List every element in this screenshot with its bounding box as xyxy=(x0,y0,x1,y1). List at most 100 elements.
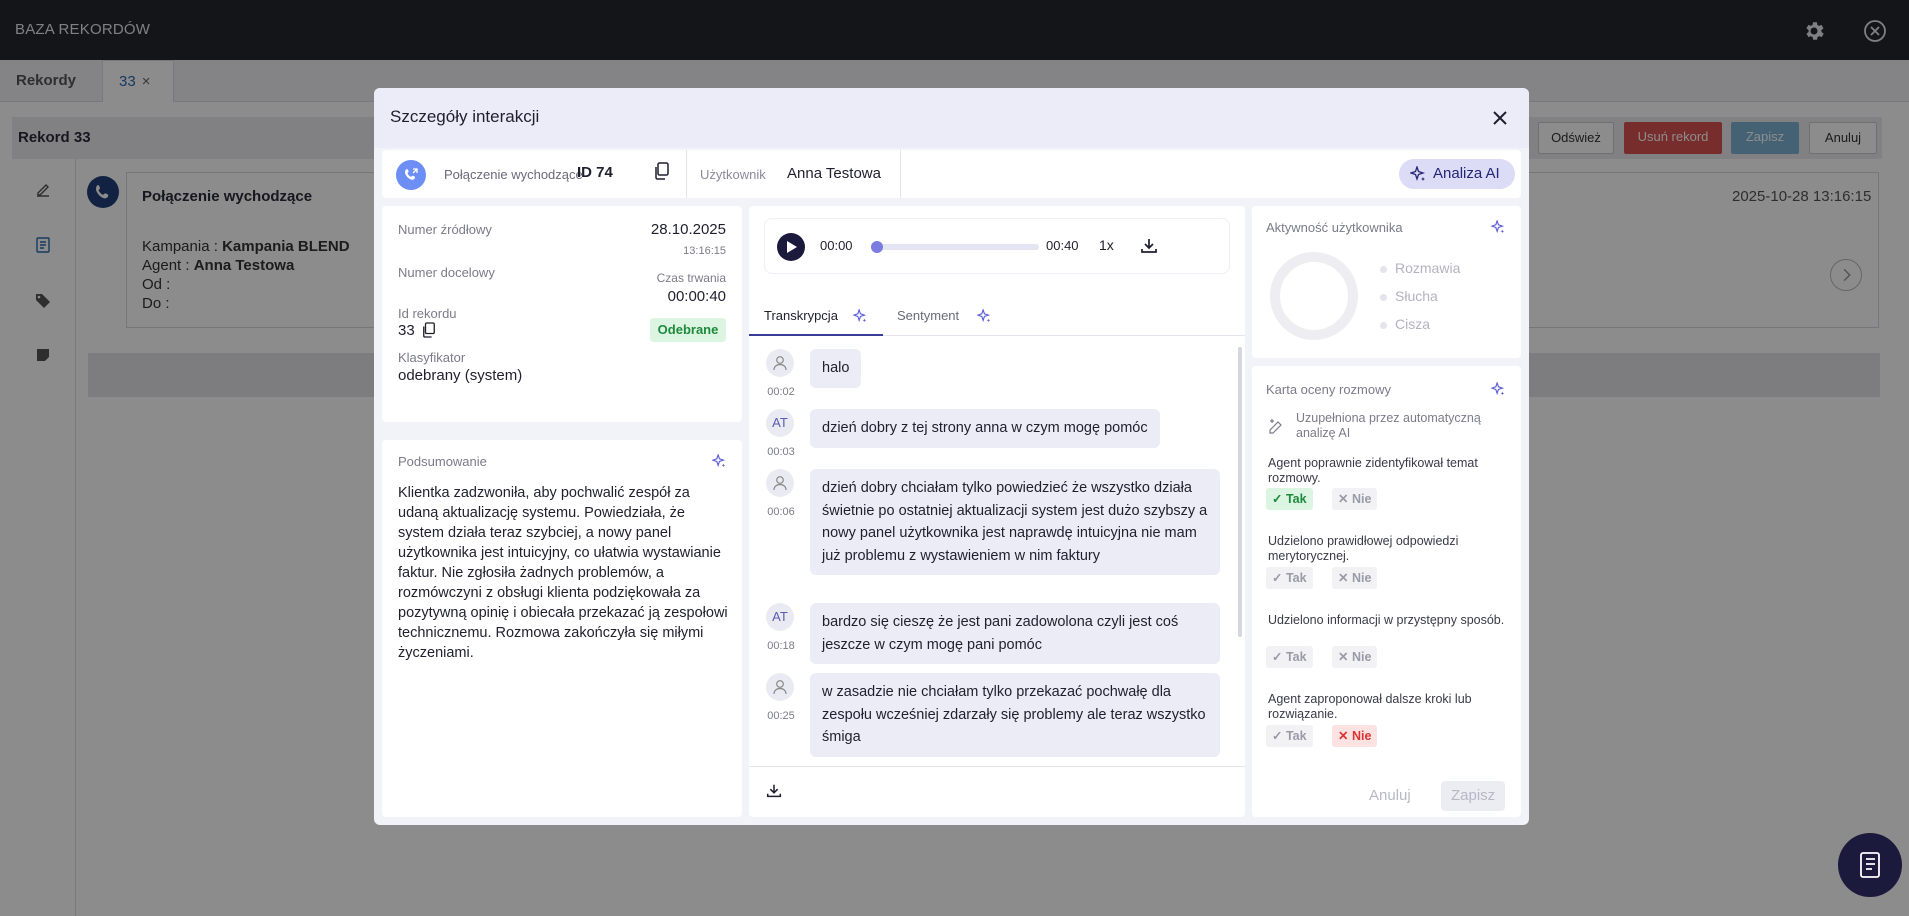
scorecard-note: Uzupełniona przez automatyczną analizę A… xyxy=(1296,411,1481,440)
user-label: Użytkownik xyxy=(700,167,766,182)
legend-listening: Słucha xyxy=(1380,288,1438,304)
message-time: 00:18 xyxy=(767,640,795,652)
interaction-details-modal: Szczegóły interakcji Połączenie wychodzą… xyxy=(374,88,1529,825)
ai-analysis-button[interactable]: Analiza AI xyxy=(1399,159,1515,189)
answer-no-button[interactable]: ✕ Nie xyxy=(1332,567,1378,589)
answer-no-button[interactable]: ✕ Nie xyxy=(1332,725,1378,747)
call-time: 13:16:15 xyxy=(683,245,726,257)
target-number-label: Numer docelowy xyxy=(398,265,495,280)
message-text: dzień dobry z tej strony anna w czym mog… xyxy=(810,409,1160,448)
audio-progress-track[interactable] xyxy=(873,244,1039,250)
transcript-scrollbar[interactable] xyxy=(1238,347,1242,637)
message-time: 00:25 xyxy=(767,710,795,722)
tab-sentiment[interactable]: Sentyment xyxy=(897,296,1007,336)
agent-avatar: AT xyxy=(766,409,794,437)
copy-icon[interactable] xyxy=(422,322,436,338)
sparkle-icon[interactable] xyxy=(712,454,726,468)
legend-silence: Cisza xyxy=(1380,316,1430,332)
duration-label: Czas trwania xyxy=(656,271,726,285)
answer-no-label: Nie xyxy=(1351,571,1372,585)
sparkle-icon[interactable] xyxy=(1491,220,1505,234)
answer-yes-label: Tak xyxy=(1285,492,1307,506)
record-id-label: Id rekordu xyxy=(398,306,457,321)
modal-title: Szczegóły interakcji xyxy=(390,107,540,126)
copy-icon[interactable] xyxy=(654,162,670,180)
user-name: Anna Testowa xyxy=(787,165,881,182)
ai-analysis-label: Analiza AI xyxy=(1433,165,1500,182)
interaction-infobar: Połączenie wychodzące ID 74 Użytkownik A… xyxy=(382,150,1521,198)
legend-talking: Rozmawia xyxy=(1380,260,1460,276)
agent-avatar: AT xyxy=(766,603,794,631)
answer-yes-button[interactable]: ✓ Tak xyxy=(1266,567,1313,589)
audio-total-time: 00:40 xyxy=(1046,238,1079,253)
tab-transcription-label: Transkrypcja xyxy=(764,308,838,323)
divider xyxy=(686,150,687,198)
summary-title: Podsumowanie xyxy=(398,454,487,469)
tab-sentiment-label: Sentyment xyxy=(897,308,960,323)
play-button[interactable] xyxy=(777,233,805,261)
scorecard-save-button[interactable]: Zapisz xyxy=(1441,781,1506,811)
transcript-footer xyxy=(749,766,1245,817)
sparkle-icon[interactable] xyxy=(1491,382,1505,396)
user-activity-panel: Aktywność użytkownika Rozmawia Słucha Ci… xyxy=(1252,206,1521,358)
answer-no-label: Nie xyxy=(1351,492,1372,506)
summary-panel: Podsumowanie Klientka zadzwoniła, aby po… xyxy=(382,440,742,817)
legend-silence-label: Cisza xyxy=(1395,316,1431,332)
legend-talking-label: Rozmawia xyxy=(1395,260,1461,276)
user-icon xyxy=(773,356,787,371)
download-icon[interactable] xyxy=(1139,236,1159,256)
answer-no-button[interactable]: ✕ Nie xyxy=(1332,646,1378,668)
user-icon xyxy=(773,476,787,491)
transcript-tabs: Transkrypcja Sentyment xyxy=(749,296,1245,336)
message-text: bardzo się cieszę że jest pani zadowolon… xyxy=(810,603,1220,664)
ai-filled-icon xyxy=(1269,419,1282,434)
answer-yes-button[interactable]: ✓ Tak xyxy=(1266,725,1313,747)
scorecard-cancel-button[interactable]: Anuluj xyxy=(1359,781,1421,811)
scorecard-title: Karta oceny rozmowy xyxy=(1266,382,1391,397)
transcript-list: 00:02 halo AT 00:03 dzień dobry z tej st… xyxy=(749,337,1245,757)
scorecard-question: Agent poprawnie zidentyfikował temat roz… xyxy=(1268,456,1478,485)
call-date: 28.10.2025 xyxy=(650,221,726,238)
record-id-value: 33 xyxy=(398,322,415,339)
transcript-panel: 00:00 00:40 1x Transkrypcja Sentyment 00… xyxy=(749,206,1245,817)
outgoing-call-icon xyxy=(396,160,426,190)
call-type: Połączenie wychodzące xyxy=(444,167,583,182)
message-time: 00:06 xyxy=(767,506,795,518)
answer-no-label: Nie xyxy=(1351,729,1372,743)
message-text: dzień dobry chciałam tylko powiedzieć że… xyxy=(810,469,1220,575)
answer-yes-button[interactable]: ✓ Tak xyxy=(1266,646,1313,668)
playback-speed[interactable]: 1x xyxy=(1099,237,1114,253)
play-icon xyxy=(787,241,797,253)
answer-no-label: Nie xyxy=(1351,650,1372,664)
notes-fab-button[interactable] xyxy=(1838,833,1902,897)
message-time: 00:02 xyxy=(767,386,795,398)
scorecard-question: Udzielono prawidłowej odpowiedzi merytor… xyxy=(1268,534,1459,563)
notebook-icon xyxy=(1860,852,1880,878)
source-number-label: Numer źródłowy xyxy=(398,222,492,237)
scorecard-question: Agent zaproponował dalsze kroki lub rozw… xyxy=(1268,692,1472,721)
answer-yes-button[interactable]: ✓ Tak xyxy=(1266,488,1313,510)
sparkle-icon xyxy=(853,309,867,323)
classifier-label: Klasyfikator xyxy=(398,350,466,365)
scorecard-question: Udzielono informacji w przystępny sposób… xyxy=(1268,613,1505,627)
audio-player: 00:00 00:40 1x xyxy=(764,218,1230,274)
answer-yes-label: Tak xyxy=(1285,571,1307,585)
close-icon[interactable] xyxy=(1489,107,1511,129)
client-avatar xyxy=(766,349,794,377)
duration-value: 00:00:40 xyxy=(667,288,726,305)
sparkle-icon xyxy=(1410,166,1426,182)
download-transcript-icon[interactable] xyxy=(765,782,783,800)
client-avatar xyxy=(766,673,794,701)
divider xyxy=(900,150,901,198)
user-icon xyxy=(773,680,787,695)
classifier-value: odebrany (system) xyxy=(398,367,523,384)
answer-yes-label: Tak xyxy=(1285,650,1307,664)
activity-title: Aktywność użytkownika xyxy=(1266,220,1403,235)
legend-listening-label: Słucha xyxy=(1395,288,1438,304)
message-text: halo xyxy=(810,349,862,388)
audio-progress-handle[interactable] xyxy=(871,241,883,253)
audio-current-time: 00:00 xyxy=(820,238,853,253)
answer-no-button[interactable]: ✕ Nie xyxy=(1332,488,1378,510)
client-avatar xyxy=(766,469,794,497)
tab-transcription[interactable]: Transkrypcja xyxy=(749,296,883,336)
